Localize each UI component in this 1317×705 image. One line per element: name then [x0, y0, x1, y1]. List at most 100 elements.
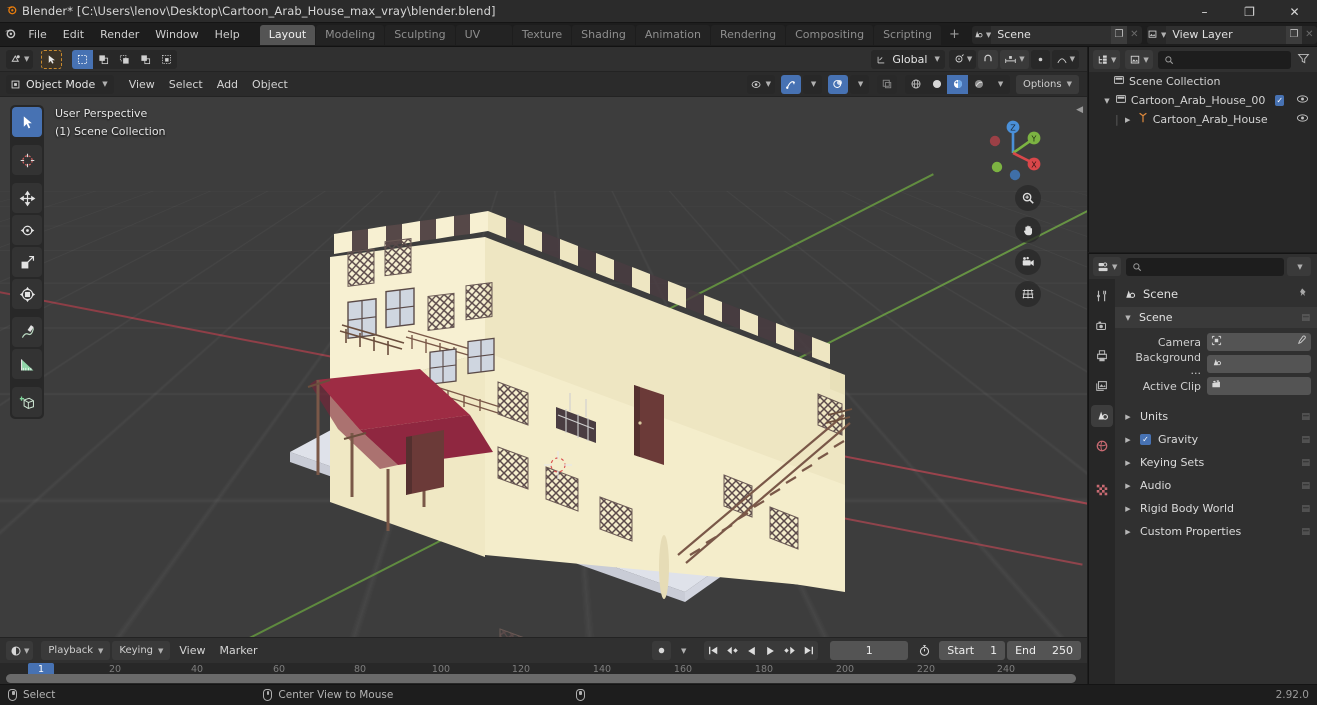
tab-layout[interactable]: Layout [259, 24, 316, 45]
view-layer-selector[interactable]: ▼ View Layer ❐ ✕ [1146, 25, 1317, 44]
tab-scene[interactable] [1091, 405, 1113, 427]
new-view-layer-button[interactable]: ❐ [1286, 25, 1302, 44]
tab-shading[interactable]: Shading [572, 24, 635, 45]
tab-modeling[interactable]: Modeling [316, 24, 385, 45]
tab-view-layer[interactable] [1091, 375, 1113, 397]
panel-units[interactable]: ▶ Units ▤ [1115, 405, 1317, 428]
tab-compositing[interactable]: Compositing [786, 24, 874, 45]
close-button[interactable]: ✕ [1272, 0, 1317, 23]
remove-view-layer-button[interactable]: ✕ [1302, 26, 1317, 44]
tab-render[interactable] [1091, 315, 1113, 337]
tab-world[interactable] [1091, 435, 1113, 457]
transform-orientation-selector[interactable]: Global ▼ [871, 49, 945, 69]
new-scene-button[interactable]: ❐ [1111, 25, 1127, 44]
properties-search-input[interactable] [1126, 257, 1284, 276]
camera-field[interactable] [1207, 333, 1311, 351]
cartoon-arab-house-model[interactable] [0, 97, 1087, 637]
timeline-editor-icon[interactable]: ▼ [6, 641, 34, 660]
chevron-down-icon[interactable]: ▼ [1287, 257, 1311, 276]
add-cube-tool[interactable] [12, 387, 42, 417]
tab-texture-paint[interactable]: Texture Paint [512, 24, 572, 61]
view-layer-name[interactable]: View Layer [1166, 25, 1287, 44]
previous-keyframe-button[interactable] [723, 641, 743, 660]
tab-tool[interactable] [1091, 285, 1113, 307]
tab-uv-editing[interactable]: UV Editing [455, 24, 512, 61]
disclosure-icon[interactable]: ▶ [1123, 116, 1133, 124]
panel-header-scene[interactable]: ▼ Scene ▤ [1115, 307, 1317, 328]
tab-texture[interactable] [1091, 479, 1113, 501]
menu-file[interactable]: File [20, 26, 54, 44]
proportional-falloff-icon[interactable]: ▼ [1051, 49, 1079, 69]
viewport-menu-object[interactable]: Object [245, 75, 295, 94]
pivot-point-selector[interactable]: ▼ [948, 49, 977, 69]
select-mode-intersect[interactable] [156, 50, 177, 69]
timeline-menu-marker[interactable]: Marker [213, 641, 265, 660]
sidebar-collapse-icon[interactable]: ◀ [1076, 105, 1083, 115]
jump-to-start-button[interactable] [704, 641, 724, 660]
shading-solid-button[interactable] [926, 75, 947, 94]
camera-icon[interactable] [1015, 249, 1041, 275]
funnel-icon[interactable] [1294, 52, 1313, 68]
tab-sculpting[interactable]: Sculpting [385, 24, 455, 45]
xray-icon[interactable] [877, 74, 898, 94]
gizmo-icon[interactable] [781, 74, 802, 94]
end-frame-field[interactable]: End 250 [1007, 641, 1081, 660]
active-clip-field[interactable] [1207, 377, 1311, 395]
add-workspace-button[interactable]: + [942, 27, 967, 42]
zoom-icon[interactable] [1015, 185, 1041, 211]
minimize-button[interactable]: – [1182, 0, 1227, 23]
select-mode-set[interactable] [72, 49, 94, 69]
tweak-select-tool[interactable] [12, 107, 42, 137]
filter-id-icon[interactable]: ▼ [1125, 50, 1153, 69]
scene-selector[interactable]: ▼ Scene ❐ ✕ [971, 25, 1142, 44]
current-frame-field[interactable]: 1 [830, 641, 909, 660]
select-mode-subtract[interactable] [114, 50, 135, 69]
timeline-menu-keying[interactable]: Keying ▼ [112, 641, 171, 660]
blender-menu-icon[interactable] [0, 26, 20, 43]
3d-viewport[interactable]: User Perspective (1) Scene Collection Z … [0, 97, 1087, 637]
eye-icon[interactable] [1296, 113, 1309, 126]
panel-rigid-body-world[interactable]: ▶ Rigid Body World ▤ [1115, 497, 1317, 520]
timeline-menu-view[interactable]: View [172, 641, 212, 660]
panel-keying-sets[interactable]: ▶ Keying Sets ▤ [1115, 451, 1317, 474]
outliner-search-input[interactable] [1157, 50, 1291, 69]
timeline-scrollbar[interactable] [6, 674, 1076, 683]
maximize-button[interactable]: ❐ [1227, 0, 1272, 23]
measure-tool[interactable] [12, 349, 42, 379]
transform-tool[interactable] [12, 279, 42, 309]
cursor-tool[interactable] [12, 145, 42, 175]
panel-custom-properties[interactable]: ▶ Custom Properties ▤ [1115, 520, 1317, 543]
overlays-dropdown[interactable]: ▼ [850, 74, 870, 94]
outliner-row-cartoon-arab-house-00[interactable]: ▼ Cartoon_Arab_House_00 ✓ [1089, 91, 1317, 110]
editor-type-icon[interactable]: ▼ [6, 49, 34, 69]
shading-material-preview-button[interactable] [947, 74, 969, 94]
menu-render[interactable]: Render [92, 26, 147, 44]
snap-magnet-icon[interactable] [978, 49, 999, 69]
viewport-menu-select[interactable]: Select [162, 75, 210, 94]
background-scene-field[interactable] [1207, 355, 1311, 373]
remove-scene-button[interactable]: ✕ [1127, 26, 1142, 44]
viewport-options-button[interactable]: Options ▼ [1016, 74, 1079, 94]
cursor-icon[interactable] [41, 49, 63, 69]
timeline-menu-playback[interactable]: Playback ▼ [41, 641, 111, 660]
scale-tool[interactable] [12, 247, 42, 277]
annotate-tool[interactable] [12, 317, 42, 347]
properties-editor-icon[interactable]: ▼ [1093, 257, 1122, 276]
interaction-mode-selector[interactable]: Object Mode ▼ [6, 74, 114, 94]
shading-wireframe-button[interactable] [905, 75, 926, 94]
shading-rendered-button[interactable] [968, 75, 989, 94]
jump-to-end-button[interactable] [799, 641, 819, 660]
proportional-edit-icon[interactable] [1030, 49, 1050, 69]
select-mode-invert[interactable] [135, 50, 156, 69]
grid-ortho-icon[interactable] [1015, 281, 1041, 307]
next-keyframe-button[interactable] [780, 641, 800, 660]
gizmo-dropdown[interactable]: ▼ [803, 74, 823, 94]
eye-icon[interactable] [1296, 94, 1309, 107]
snap-to-selector[interactable]: ▼ [1000, 49, 1029, 69]
tab-scripting[interactable]: Scripting [874, 24, 941, 45]
tab-rendering[interactable]: Rendering [710, 24, 786, 45]
outliner-display-icon[interactable]: ▼ [1093, 50, 1121, 69]
outliner-row-scene-collection[interactable]: Scene Collection [1089, 72, 1317, 91]
start-frame-field[interactable]: Start 1 [939, 641, 1006, 660]
auto-keying-record-icon[interactable] [652, 641, 672, 660]
